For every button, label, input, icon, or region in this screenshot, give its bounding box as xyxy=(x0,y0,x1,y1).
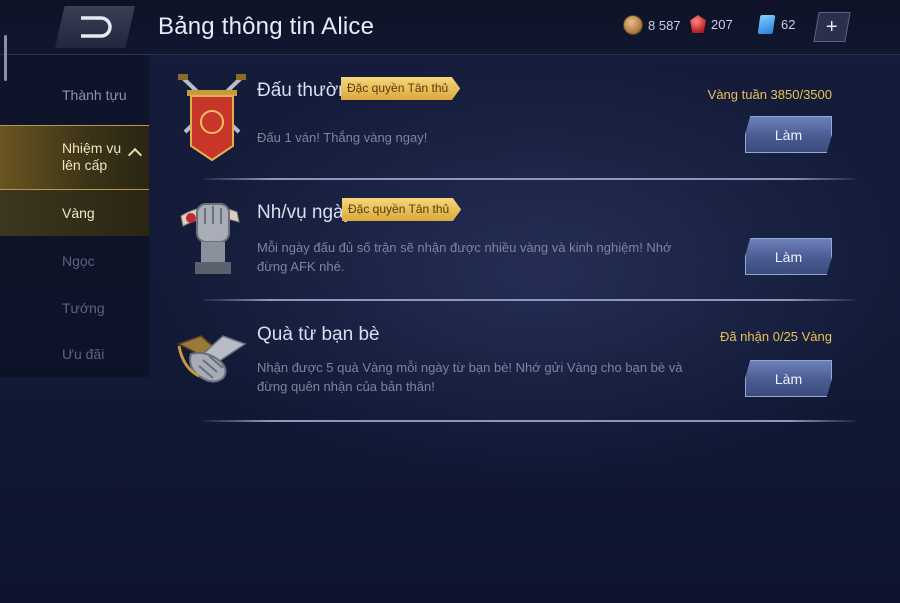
coin-icon xyxy=(623,15,643,35)
sidebar: Thành tựu Nhiệm vụ lên cấp Vàng Ngọc Tướ… xyxy=(0,35,149,603)
sidebar-item-gold[interactable]: Vàng xyxy=(0,190,149,236)
do-task-button[interactable]: Làm xyxy=(745,116,832,153)
ruby-icon xyxy=(690,15,706,33)
gold-amount: 8 587 xyxy=(648,17,681,33)
sidebar-item-label: Vàng xyxy=(62,205,95,221)
row-divider xyxy=(204,178,855,180)
plus-icon: + xyxy=(826,15,838,38)
sidebar-item-levelup-missions[interactable]: Nhiệm vụ lên cấp xyxy=(0,125,149,190)
currency-ruby: 207 xyxy=(690,15,733,33)
voucher-icon xyxy=(757,15,776,34)
sidebar-item-label: Ưu đãi xyxy=(62,346,105,362)
add-currency-button[interactable]: + xyxy=(813,12,851,42)
sidebar-item-label: Nhiệm vụ lên cấp xyxy=(62,140,122,173)
newbie-badge: Đặc quyền Tân thủ xyxy=(342,198,462,221)
do-task-button[interactable]: Làm xyxy=(745,238,832,275)
task-description: Đấu 1 ván! Thắng vàng ngay! xyxy=(257,130,428,145)
sidebar-item-label: Thành tựu xyxy=(62,87,127,103)
sidebar-item-label: Ngọc xyxy=(62,253,95,269)
row-divider xyxy=(204,420,855,422)
task-row: Nh/vụ ngày Đặc quyền Tân thủ Mỗi ngày đấ… xyxy=(174,192,856,304)
task-status: Vàng tuần 3850/3500 xyxy=(707,87,832,102)
back-button[interactable] xyxy=(55,6,135,48)
newbie-badge: Đặc quyền Tân thủ xyxy=(341,77,461,100)
currency-gold: 8 587 xyxy=(623,15,681,35)
task-title: Nh/vụ ngày xyxy=(257,202,354,223)
task-description: Mỗi ngày đấu đủ số trận sẽ nhận được nhi… xyxy=(257,240,672,274)
task-row: Quà từ bạn bè Nhận được 5 quà Vàng mỗi n… xyxy=(174,312,856,424)
task-title: Quà từ bạn bè xyxy=(257,324,380,345)
task-row: Đấu thường Đặc quyền Tân thủ Đấu 1 ván! … xyxy=(174,70,856,182)
task-status: Đã nhận 0/25 Vàng xyxy=(719,329,832,344)
voucher-amount: 62 xyxy=(781,17,796,32)
row-divider xyxy=(204,299,855,301)
sidebar-item-gems[interactable]: Ngọc xyxy=(0,238,149,283)
handshake-icon xyxy=(177,324,247,404)
back-arrow-icon xyxy=(81,16,112,38)
fist-scroll-icon xyxy=(177,194,247,274)
sidebar-item-heroes[interactable]: Tướng xyxy=(0,285,149,330)
banner-swords-icon xyxy=(177,72,247,162)
ruby-amount: 207 xyxy=(711,16,733,32)
top-bar: Bảng thông tin Alice 8 587 207 62 + xyxy=(0,0,900,55)
sidebar-item-label: Tướng xyxy=(62,300,105,316)
page-title: Bảng thông tin Alice xyxy=(158,13,375,40)
task-description: Nhận được 5 quà Vàng mỗi ngày từ bạn bè!… xyxy=(257,360,683,394)
sidebar-item-deals[interactable]: Ưu đãi xyxy=(0,332,149,377)
currency-voucher: 62 xyxy=(757,15,796,34)
sidebar-item-achievements[interactable]: Thành tựu xyxy=(0,72,149,117)
do-task-button[interactable]: Làm xyxy=(745,360,832,397)
